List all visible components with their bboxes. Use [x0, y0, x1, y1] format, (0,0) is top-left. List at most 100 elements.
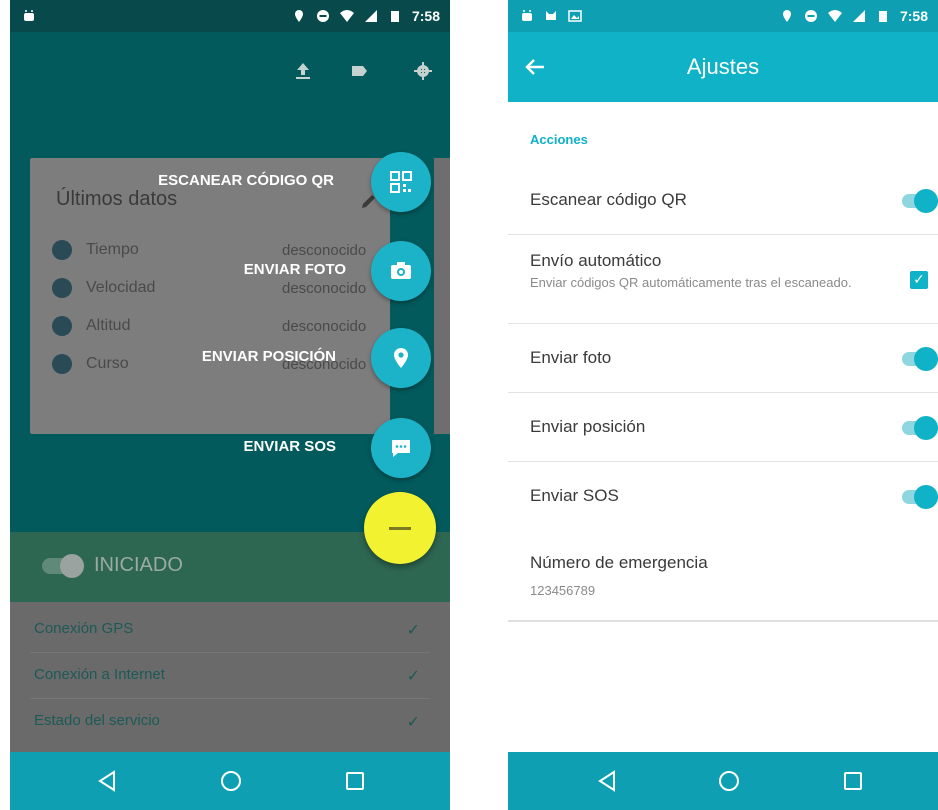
app-bar: Ajustes	[508, 32, 938, 102]
clock-icon	[52, 240, 72, 260]
qr-code-icon	[390, 171, 412, 193]
android-icon	[24, 10, 34, 21]
fab-label-scan-qr: ESCANEAR CÓDIGO QR	[158, 172, 334, 189]
status-time: 7:58	[899, 8, 928, 24]
recents-nav-icon[interactable]	[840, 768, 866, 794]
location-pin-icon	[394, 348, 408, 368]
nav-bar	[508, 752, 938, 810]
image-notification-icon	[568, 10, 582, 22]
check-icon: ✓	[406, 620, 420, 639]
latest-data-card: Últimos datos Tiempo desconocido Velocid…	[30, 158, 390, 434]
switch-knob	[60, 554, 84, 578]
setting-auto-send[interactable]: Envío automático Enviar códigos QR autom…	[508, 235, 938, 324]
camera-icon	[391, 262, 411, 279]
signal-icon	[852, 10, 865, 22]
status-time: 7:58	[411, 8, 440, 24]
row-label: Altitud	[86, 317, 131, 334]
close-speed-dial-button[interactable]	[364, 492, 436, 564]
card-row-curso: Curso	[52, 354, 129, 374]
row-label: Curso	[86, 355, 129, 372]
chat-bubble-icon	[392, 440, 410, 457]
toggle-knob	[914, 347, 938, 371]
wifi-icon	[827, 10, 842, 22]
list-item-label: Estado del servicio	[34, 712, 160, 729]
nav-bar	[10, 752, 450, 810]
setting-send-position[interactable]: Enviar posición	[508, 393, 938, 462]
fab-label-send-position: ENVIAR POSICIÓN	[201, 348, 336, 365]
card-row-tiempo: Tiempo	[52, 240, 139, 260]
setting-title: Escanear código QR	[530, 190, 687, 209]
list-divider	[508, 620, 938, 622]
list-item-label: Conexión a Internet	[34, 666, 165, 683]
card-row-altitud: Altitud	[52, 316, 130, 336]
page-title: Ajustes	[686, 54, 760, 79]
send-sos-toggle[interactable]	[902, 485, 938, 509]
speed-icon	[52, 278, 72, 298]
setting-title: Enviar posición	[530, 417, 646, 436]
setting-send-sos[interactable]: Enviar SOS	[508, 462, 938, 530]
status-list: Conexión GPS ✓ Conexión a Internet ✓ Est…	[10, 602, 450, 752]
signal-icon	[364, 10, 377, 22]
row-value: desconocido	[282, 280, 367, 297]
card-edge	[434, 158, 450, 434]
setting-emergency-number[interactable]: Número de emergencia 123456789	[508, 531, 938, 619]
check-icon: ✓	[406, 666, 420, 685]
android-icon	[522, 10, 532, 21]
setting-title: Enviar SOS	[530, 486, 619, 505]
back-nav-icon[interactable]	[94, 768, 120, 794]
fab-label-send-sos: ENVIAR SOS	[243, 438, 336, 455]
setting-title: Envío automático	[530, 251, 662, 270]
list-item-gps: Conexión GPS ✓	[30, 606, 430, 653]
right-phone-screen: 7:58 Ajustes Acciones Escanear código QR…	[508, 0, 938, 810]
upload-icon[interactable]	[292, 60, 314, 82]
left-phone-screen: 7:58 Últimos datos Tiempo desconocido Ve…	[10, 0, 450, 810]
status-bar: 7:58	[10, 0, 450, 32]
list-item-label: Conexión GPS	[34, 620, 134, 637]
toggle-knob	[914, 485, 938, 509]
top-toolbar	[10, 32, 450, 112]
send-sos-button[interactable]	[371, 418, 431, 478]
gear-icon[interactable]	[412, 60, 434, 82]
row-label: Velocidad	[86, 279, 156, 296]
toggle-knob	[914, 416, 938, 440]
toggle-knob	[914, 189, 938, 213]
minus-icon	[389, 526, 411, 530]
list-item-service: Estado del servicio ✓	[30, 698, 430, 744]
row-value: desconocido	[282, 318, 367, 335]
setting-subtitle: Enviar códigos QR automáticamente tras e…	[530, 275, 852, 290]
battery-icon	[390, 11, 399, 22]
location-status-icon	[294, 10, 303, 22]
home-nav-icon[interactable]	[218, 768, 244, 794]
send-photo-button[interactable]	[371, 241, 431, 301]
check-icon: ✓	[406, 712, 420, 731]
card-row-velocidad: Velocidad	[52, 278, 155, 298]
setting-scan-qr[interactable]: Escanear código QR	[508, 166, 938, 235]
send-position-toggle[interactable]	[902, 416, 938, 440]
back-nav-icon[interactable]	[594, 768, 620, 794]
compass-icon	[52, 354, 72, 374]
section-header: Acciones	[530, 132, 588, 147]
service-switch[interactable]	[42, 554, 84, 578]
location-status-icon	[782, 10, 791, 22]
send-photo-toggle[interactable]	[902, 347, 938, 371]
auto-send-checkbox[interactable]: ✓	[910, 271, 928, 289]
setting-subtitle: 123456789	[530, 583, 596, 598]
fab-label-send-photo: ENVIAR FOTO	[243, 261, 346, 278]
service-state-label: INICIADO	[94, 554, 183, 576]
card-title: Últimos datos	[56, 188, 178, 210]
setting-title: Enviar foto	[530, 348, 612, 367]
cat-notification-icon	[546, 11, 556, 20]
row-value: desconocido	[282, 242, 367, 259]
setting-send-photo[interactable]: Enviar foto	[508, 324, 938, 393]
scan-qr-button[interactable]	[371, 152, 431, 212]
send-position-button[interactable]	[371, 328, 431, 388]
home-nav-icon[interactable]	[716, 768, 742, 794]
label-icon[interactable]	[348, 60, 370, 82]
setting-title: Número de emergencia	[530, 553, 708, 572]
mountain-icon	[52, 316, 72, 336]
scan-qr-toggle[interactable]	[902, 189, 938, 213]
status-bar: 7:58	[508, 0, 938, 32]
do-not-disturb-icon	[804, 10, 817, 22]
recents-nav-icon[interactable]	[342, 768, 368, 794]
row-label: Tiempo	[86, 241, 139, 258]
